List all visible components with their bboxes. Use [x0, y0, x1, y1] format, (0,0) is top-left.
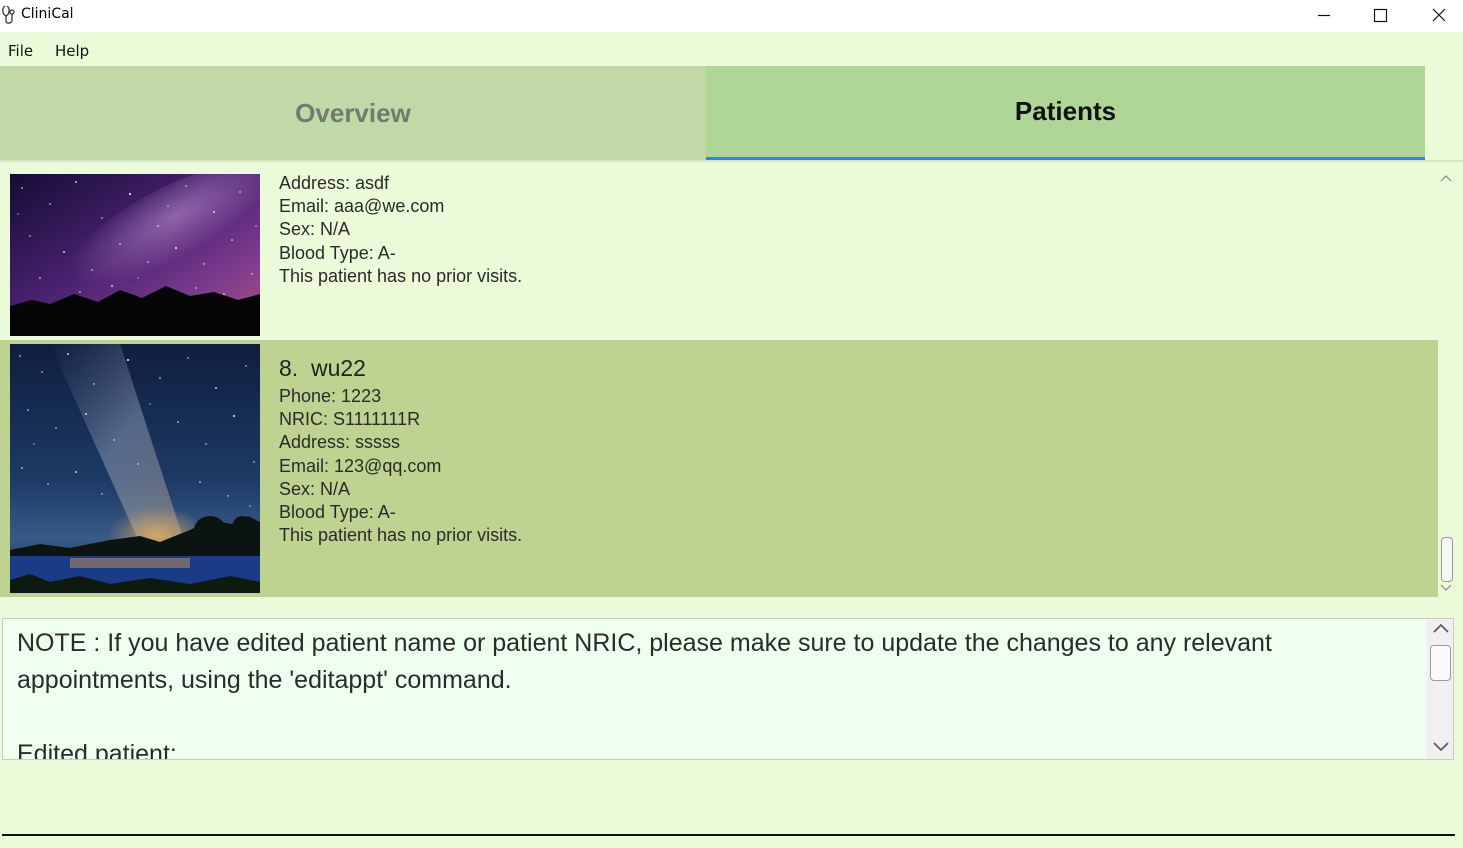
close-button[interactable] — [1409, 0, 1463, 32]
patient-email: Email: aaa@we.com — [279, 196, 445, 217]
window-title: CliniCal — [21, 6, 74, 22]
result-note: NOTE : If you have edited patient name o… — [17, 629, 1272, 694]
patient-index: 8. — [279, 355, 299, 381]
minimize-icon — [1318, 14, 1330, 17]
result-text: NOTE : If you have edited patient name o… — [17, 625, 1407, 760]
patient-nric: NRIC: S1111111R — [279, 409, 421, 430]
menu-file[interactable]: File — [8, 42, 33, 60]
close-icon — [1432, 8, 1446, 22]
stethoscope-icon — [2, 5, 15, 24]
tab-patients-label: Patients — [1014, 96, 1117, 126]
patient-list-scroll-thumb[interactable] — [1441, 537, 1453, 582]
maximize-icon — [1373, 8, 1388, 23]
chevron-up-icon[interactable] — [1440, 173, 1452, 183]
patient-sex: Sex: N/A — [279, 219, 351, 240]
tab-divider — [0, 160, 1463, 162]
tab-overview[interactable]: Overview — [0, 66, 706, 160]
patient-blood-type: Blood Type: A- — [279, 502, 396, 523]
result-scrollbar[interactable] — [1427, 619, 1453, 759]
patient-address: Address: asdf — [279, 173, 390, 193]
menu-help[interactable]: Help — [55, 42, 89, 60]
patient-list[interactable]: Address: asdf Email: aaa@we.com Sex: N/A… — [0, 163, 1438, 597]
menu-bar: File Help — [0, 34, 1463, 66]
title-bar: CliniCal — [0, 0, 1463, 32]
chevron-down-icon[interactable] — [1433, 741, 1449, 753]
patient-photo — [10, 344, 260, 593]
result-edited-label: Edited patient: — [17, 740, 177, 760]
chevron-down-icon[interactable] — [1440, 583, 1452, 593]
patient-address: Address: sssss — [279, 432, 401, 453]
tab-overview-label: Overview — [295, 97, 411, 128]
status-bar-divider — [2, 834, 1455, 836]
patient-visits: This patient has no prior visits. — [279, 265, 523, 286]
patient-phone: Phone: 1223 — [279, 386, 382, 406]
patient-sex: Sex: N/A — [279, 478, 351, 499]
tab-patients[interactable]: Patients — [706, 66, 1425, 160]
patient-info: Address: asdf Email: aaa@we.com Sex: N/A… — [279, 172, 522, 288]
patient-name: wu22 — [310, 355, 366, 381]
patient-email: Email: 123@qq.com — [279, 455, 442, 476]
result-display[interactable]: NOTE : If you have edited patient name o… — [2, 618, 1454, 760]
patient-blood-type: Blood Type: A- — [279, 242, 396, 263]
patient-list-scrollbar[interactable] — [1438, 173, 1456, 597]
patient-visits: This patient has no prior visits. — [279, 525, 523, 546]
patient-name-line: 8. wu22 — [279, 353, 522, 383]
patient-card-selected[interactable]: 8. wu22 Phone: 1223 NRIC: S1111111R Addr… — [0, 340, 1438, 597]
patient-card[interactable]: Address: asdf Email: aaa@we.com Sex: N/A… — [0, 163, 1438, 340]
patient-photo — [10, 174, 260, 336]
maximize-button[interactable] — [1352, 0, 1410, 32]
minimize-button[interactable] — [1295, 0, 1353, 32]
chevron-up-icon[interactable] — [1433, 622, 1449, 634]
patient-info: 8. wu22 Phone: 1223 NRIC: S1111111R Addr… — [279, 353, 522, 547]
result-scroll-thumb[interactable] — [1430, 645, 1451, 681]
